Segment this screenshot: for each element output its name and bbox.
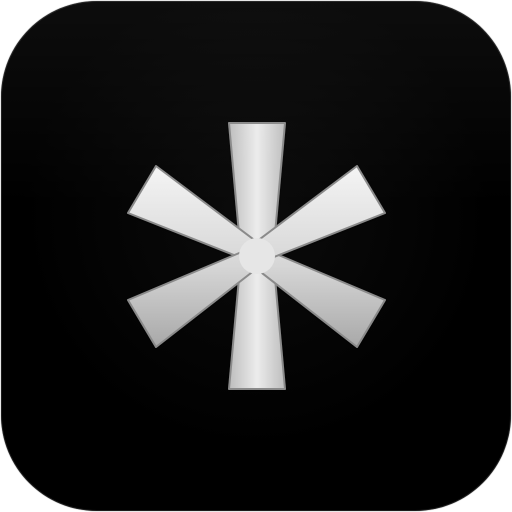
asterisk-center [239,238,275,274]
app-icon[interactable] [1,1,511,511]
asterisk-icon [127,122,386,390]
app-icon-canvas [0,0,512,512]
